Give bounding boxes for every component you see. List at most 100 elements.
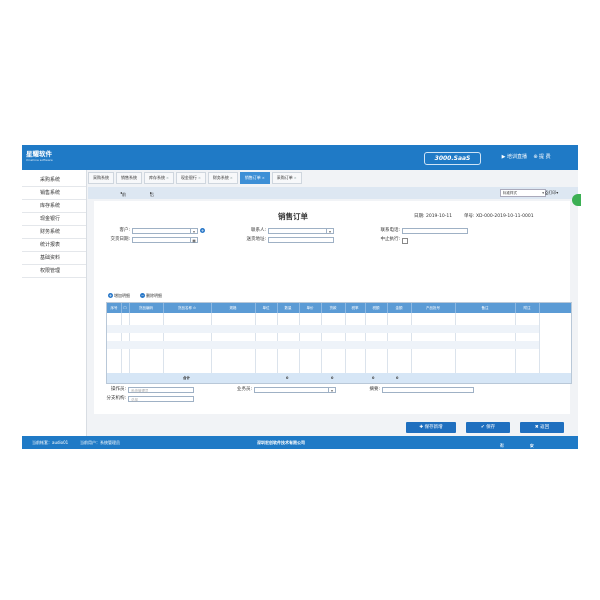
phone-field[interactable] — [402, 228, 468, 234]
template-select[interactable]: 标准样式 ▾ — [500, 189, 546, 197]
account-info: 当前帐套：audio01 — [32, 440, 69, 445]
sidebar-item-finance[interactable]: 财务系统 — [22, 226, 86, 239]
sidebar-item-sales[interactable]: 销售系统 — [22, 187, 86, 200]
col-header: 备注 — [455, 303, 516, 313]
prev-button[interactable]: ◂ 前一 — [120, 189, 126, 204]
add-row-button[interactable]: + 增加明细 — [108, 293, 130, 299]
tab-bar: 采购系统 销售系统 库存系统× 现金银行× 财务系统× 销售订单× 采购订单× — [88, 172, 304, 184]
chevron-down-icon: ▾ — [542, 191, 544, 195]
logo-subtitle: Xinshine software — [26, 158, 53, 162]
operator-field[interactable]: 系统管理员 — [128, 387, 194, 393]
tab-purchase-order[interactable]: 采购订单× — [271, 172, 302, 184]
order-lines-table: 序号 ☐ 货品编码 货品名称 ⊙ 规格 单位 数量 单价 货款 税率 税额 金额… — [106, 302, 572, 384]
user-info: 当前用户：系统管理员 — [80, 440, 120, 445]
suspend-label: 中止执行: — [380, 237, 400, 242]
branch-field[interactable]: 总部 — [128, 396, 194, 402]
col-header: 数量 — [277, 303, 300, 313]
chevron-down-icon: ▾ — [190, 229, 197, 234]
salesman-label: 业务员: — [236, 387, 252, 392]
order-form: 销售订单 日期: 2019-10-11 单号: XD-000-2019-10-1… — [94, 201, 572, 414]
calendar-icon: ▦ — [190, 238, 197, 243]
tab-inventory[interactable]: 库存系统× — [144, 172, 174, 184]
save-and-new-button[interactable]: ✚ 保存新增 — [406, 422, 456, 433]
save-button[interactable]: ✔ 保存 — [466, 422, 510, 433]
col-header: 单价 — [299, 303, 322, 313]
add-customer-icon[interactable]: + — [200, 228, 205, 233]
close-icon[interactable]: × — [262, 176, 265, 180]
service-link[interactable]: ⊕提 费 — [532, 154, 551, 161]
logout-icon: ⊕ — [533, 154, 538, 160]
sidebar: 采购系统 销售系统 库存系统 现金银行 财务系统 统计报表 基础资料 权限管理 … — [22, 170, 87, 447]
main-content: 采购系统销售系统库存系统×现金银行×财务系统×销售订单×采购订单× ◂ 前一 后… — [88, 170, 578, 436]
sidebar-item-basic-data[interactable]: 基础资料 — [22, 252, 86, 265]
col-header: 货品名称 ⊙ — [163, 303, 212, 313]
total-tax: 0 — [372, 376, 375, 380]
company-name: 深圳宏创软件技术有限公司 — [257, 440, 305, 445]
close-icon[interactable]: × — [198, 176, 201, 180]
chevron-down-icon: ▾ — [328, 388, 335, 393]
delivery-address-field[interactable] — [268, 237, 334, 243]
delivery-address-label: 送货地址: — [246, 237, 266, 242]
saas-badge: 3000.SaaS — [424, 152, 481, 165]
close-icon[interactable]: × — [230, 176, 233, 180]
col-header: 货品编码 — [129, 303, 164, 313]
close-icon[interactable]: × — [166, 176, 169, 180]
next-button[interactable]: 后一 ▸ — [150, 189, 154, 204]
sidebar-item-reports[interactable]: 统计报表 — [22, 239, 86, 252]
close-icon[interactable]: × — [294, 176, 297, 180]
tab-sales-order[interactable]: 销售订单× — [239, 172, 270, 184]
status-bar: 当前帐套：audio01 当前用户：系统管理员 深圳宏创软件技术有限公司 ? 帮… — [22, 436, 578, 469]
col-header: 附注 — [515, 303, 540, 313]
col-header: 金额 — [387, 303, 412, 313]
plus-icon: + — [108, 293, 113, 298]
operator-label: 操作员: — [110, 387, 126, 392]
col-header: 税额 — [365, 303, 388, 313]
col-header: 单位 — [255, 303, 278, 313]
delivery-date-label: 交货日期: — [110, 237, 130, 242]
tab-sales[interactable]: 销售系统 — [116, 172, 142, 184]
delete-row-button[interactable]: − 删除明细 — [140, 293, 162, 299]
minus-icon: − — [140, 293, 145, 298]
logo-title: 星耀软件 — [26, 150, 52, 158]
tab-finance[interactable]: 财务系统× — [207, 172, 238, 184]
sidebar-item-cash-bank[interactable]: 现金银行 — [22, 213, 86, 226]
summary-label: 摘要: — [369, 387, 380, 392]
back-button[interactable]: ✖ 返回 — [520, 422, 564, 433]
total-amount: 0 — [396, 376, 399, 380]
col-header: 货款 — [321, 303, 346, 313]
col-header: 序号 — [107, 303, 122, 313]
video-link-label: 培训直播 — [507, 154, 528, 160]
chevron-down-icon: ▾ — [326, 229, 333, 234]
branch-label: 分支机构: — [106, 396, 126, 401]
summary-field[interactable] — [382, 387, 474, 393]
col-header: 产品批号 — [411, 303, 456, 313]
contact-field[interactable]: ▾ — [268, 228, 334, 234]
total-goods: 0 — [331, 376, 334, 380]
sidebar-item-permissions[interactable]: 权限管理 — [22, 265, 86, 278]
salesman-field[interactable]: ▾ — [254, 387, 336, 393]
suspend-checkbox[interactable] — [402, 238, 408, 244]
col-header: 规格 — [211, 303, 256, 313]
date-info: 日期: 2019-10-11 — [414, 214, 453, 219]
logo: 星耀软件 Xinshine software — [26, 150, 53, 163]
sidebar-item-purchase[interactable]: 采购系统 — [22, 174, 86, 187]
customer-field[interactable]: ▾ — [132, 228, 198, 234]
totals-row: 合计 0 0 0 0 — [107, 373, 571, 383]
top-bar: 星耀软件 Xinshine software 3000.SaaS ▶ 培训直播 ⊕… — [22, 145, 578, 170]
search-icon: ⊙ — [193, 306, 197, 310]
video-link[interactable]: ▶ 培训直播 — [500, 154, 527, 161]
tab-cash[interactable]: 现金银行× — [175, 172, 206, 184]
table-header: 序号 ☐ 货品编码 货品名称 ⊙ 规格 单位 数量 单价 货款 税率 税额 金额… — [107, 303, 571, 313]
sidebar-item-inventory[interactable]: 库存系统 — [22, 200, 86, 213]
order-number: 单号: XD-000-2019-10-11-0001 — [464, 214, 534, 219]
tab-purchase[interactable]: 采购系统 — [88, 172, 114, 184]
floating-helper-tab[interactable] — [572, 194, 581, 206]
customer-label: 客户: — [119, 228, 130, 233]
page-title: 销售订单 — [278, 212, 308, 221]
app-window: 星耀软件 Xinshine software 3000.SaaS ▶ 培训直播 ⊕… — [22, 145, 578, 469]
contact-label: 联系人: — [250, 228, 266, 233]
print-button[interactable]: ⎙打印▾ — [545, 189, 558, 196]
total-label: 合计 — [183, 376, 190, 380]
service-link-label: 提 费 — [539, 154, 551, 160]
delivery-date-field[interactable]: ▦ — [132, 237, 198, 243]
